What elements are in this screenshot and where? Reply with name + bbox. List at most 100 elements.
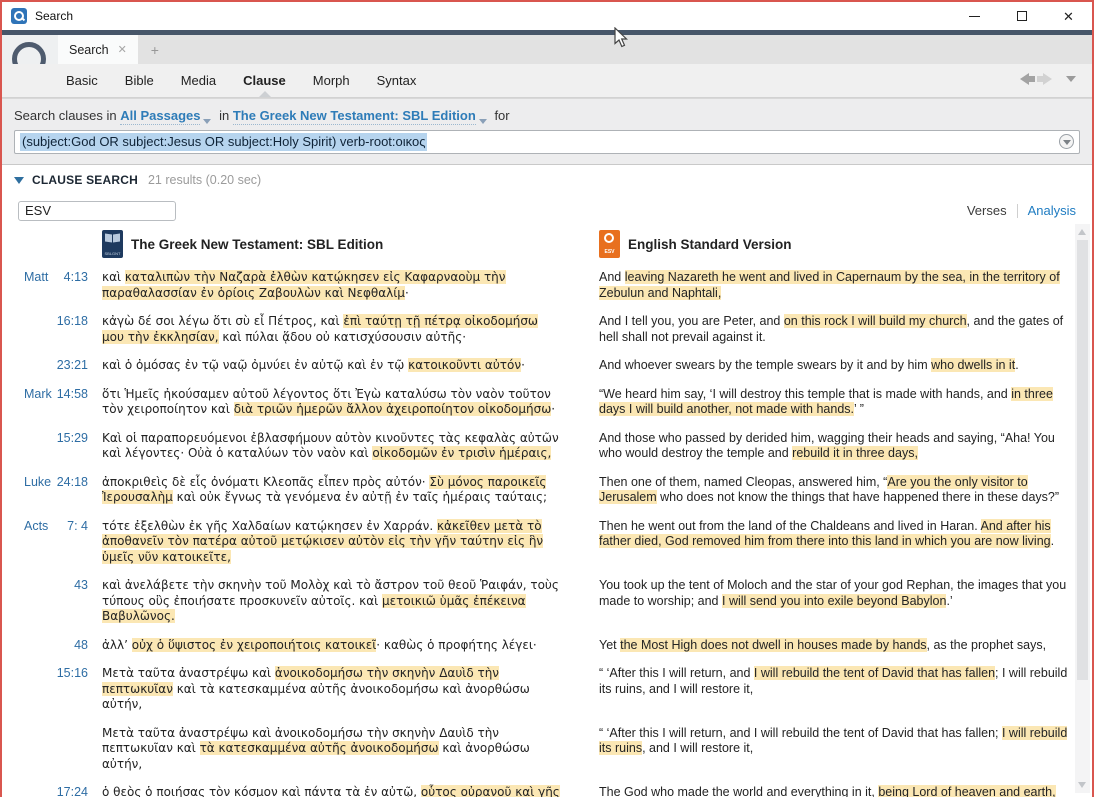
english-cell[interactable]: You took up the tent of Moloch and the s… [599,578,1092,625]
verse-book: Acts [24,518,49,533]
match-highlight: the Most High does not dwell in houses m… [620,637,927,652]
match-highlight: καταλιπὼν τὴν Ναζαρὰ ἐλθὼν κατῴκησεν εἰς… [102,270,506,300]
minimize-icon [969,15,980,17]
greek-cell[interactable]: τότε ἐξελθὼν ἐκ γῆς Χαλδαίων κατῴκησεν ἐ… [102,518,574,566]
greek-cell[interactable]: ἀποκριθεὶς δὲ εἷς ὀνόματι Κλεοπᾶς εἶπεν … [102,474,574,506]
english-cell[interactable]: “ ‘After this I will return, and I will … [599,725,1092,773]
english-cell[interactable]: And those who passed by derided him, wag… [599,431,1092,462]
section-title: CLAUSE SEARCH [32,173,138,187]
subtab-media[interactable]: Media [181,73,216,88]
greek-cell[interactable]: κἀγὼ δέ σοι λέγω ὅτι σὺ εἶ Πέτρος, καὶ ἐ… [102,314,574,345]
verse-ref[interactable]: 23:21 [24,358,88,374]
english-cell[interactable]: Then one of them, named Cleopas, answere… [599,474,1092,506]
verse-number: 24:18 [56,474,88,489]
display-version-value: ESV [25,203,52,218]
results-header: CLAUSE SEARCH 21 results (0.20 sec) [2,164,1092,195]
match-highlight: rebuild it in three days, [792,446,918,460]
verse-ref[interactable]: Matt 4:13 [24,270,88,301]
greek-cell[interactable]: Μετὰ ταῦτα ἀναστρέψω καὶ ἀνοικοδομήσω τὴ… [102,726,574,773]
clause-query-input[interactable]: (subject:God OR subject:Jesus OR subject… [14,130,1080,154]
greek-cell[interactable]: ὅτι Ἡμεῖς ἠκούσαμεν αὐτοῦ λέγοντος ὅτι Ἐ… [102,387,574,418]
english-cell[interactable]: And leaving Nazareth he went and lived i… [599,270,1092,301]
match-highlight: οἰκοδομῶν ἐν τρισὶν ἡμέραις, [372,446,552,460]
greek-cell[interactable]: Καὶ οἱ παραπορευόμενοι ἐβλασφήμουν αὐτὸν… [102,431,574,462]
result-row: 15:16 Μετὰ ταῦτα ἀναστρέψω καὶ ἀνοικοδομή… [2,666,1092,713]
english-column-title: English Standard Version [628,236,792,252]
app-icon [11,8,27,24]
match-highlight: κατοικοῦντι αὐτόν [408,358,522,372]
verse-number: 43 [74,578,88,592]
view-verses-link[interactable]: Verses [967,203,1007,218]
esv-icon-label: ESV [604,249,615,255]
collapse-triangle-icon[interactable] [14,176,24,184]
tab-search[interactable]: Search ✕ [58,35,138,64]
view-divider [1016,203,1018,218]
greek-cell[interactable]: καὶ ὁ ὀμόσας ἐν τῷ ναῷ ὀμνύει ἐν αὐτῷ κα… [102,358,574,374]
english-cell[interactable]: And I tell you, you are Peter, and on th… [599,314,1092,345]
subtab-clause[interactable]: Clause [243,73,286,88]
display-version-input[interactable]: ESV [18,200,176,221]
scroll-down-icon[interactable] [1078,782,1086,788]
scrollbar-thumb[interactable] [1077,240,1088,680]
new-tab-button[interactable]: + [138,35,172,64]
search-go-button[interactable] [1059,134,1074,149]
query-selected-text: (subject:God OR subject:Jesus OR subject… [20,133,428,151]
match-highlight: leaving Nazareth he went and lived in Ca… [599,270,1060,300]
greek-cell[interactable]: ὁ θεὸς ὁ ποιήσας τὸν κόσμον καὶ πάντα τὰ… [102,785,574,797]
scroll-up-icon[interactable] [1078,229,1086,235]
scope-dropdown-icon[interactable] [203,119,212,124]
module-link[interactable]: The Greek New Testament: SBL Edition [232,108,476,125]
verse-ref[interactable]: 15:29 [24,431,88,462]
scope-link[interactable]: All Passages [120,108,201,125]
greek-cell[interactable]: καὶ καταλιπὼν τὴν Ναζαρὰ ἐλθὼν κατῴκησεν… [102,270,574,301]
greek-cell[interactable]: Μετὰ ταῦτα ἀναστρέψω καὶ ἀνοικοδομήσω τὴ… [102,666,574,713]
verse-ref[interactable]: 48 [24,638,88,654]
subtab-bible[interactable]: Bible [125,73,154,88]
english-column-header: ESV English Standard Version [599,230,792,258]
search-criteria-line: Search clauses in All Passages in The Gr… [14,108,1080,125]
english-cell[interactable]: And whoever swears by the temple swears … [599,358,1092,374]
verse-number: 15:29 [56,430,88,445]
subtab-basic[interactable]: Basic [66,73,98,88]
verse-ref[interactable]: 43 [24,578,88,625]
english-cell[interactable]: “ ‘After this I will return, and I will … [599,666,1092,713]
verse-ref[interactable]: 15:16 [24,666,88,713]
match-highlight: on this rock I will build my church [783,314,967,328]
greek-cell[interactable]: καὶ ἀνελάβετε τὴν σκηνὴν τοῦ Μολὸχ καὶ τ… [102,578,574,625]
maximize-button[interactable] [998,2,1045,30]
forward-arrow-icon[interactable] [1037,73,1052,85]
result-row: 43 καὶ ἀνελάβετε τὴν σκηνὴν τοῦ Μολὸχ καὶ… [2,578,1092,625]
back-arrow-icon[interactable] [1020,73,1035,85]
sblgnt-module-icon: SBLGNT [102,230,123,258]
verse-number: 17:24 [56,785,88,797]
verse-ref[interactable]: Mark 14:58 [24,387,88,418]
query-input-wrap: (subject:God OR subject:Jesus OR subject… [14,130,1080,154]
minimize-button[interactable] [951,2,998,30]
match-highlight: I will rebuild the tent of David that ha… [753,666,996,680]
search-type-tabs: Basic Bible Media Clause Morph Syntax [2,64,1092,98]
verse-ref[interactable]: 16:18 [24,314,88,345]
view-analysis-link[interactable]: Analysis [1028,203,1076,218]
history-dropdown-icon[interactable] [1066,76,1076,82]
english-cell[interactable]: “We heard him say, ‘I will destroy this … [599,386,1092,418]
match-highlight: διὰ τριῶν ἡμερῶν ἄλλον ἀχειροποίητον οἰκ… [233,402,552,416]
greek-cell[interactable]: ἀλλ’ οὐχ ὁ ὕψιστος ἐν χειροποιήτοις κατο… [102,637,574,654]
subtab-morph[interactable]: Morph [313,73,350,88]
verse-ref[interactable]: Luke 24:18 [24,475,88,506]
vertical-scrollbar[interactable] [1075,224,1090,793]
english-cell[interactable]: Then he went out from the land of the Ch… [599,518,1092,566]
english-cell[interactable]: Yet the Most High does not dwell in hous… [599,637,1092,654]
close-button[interactable]: ✕ [1045,2,1092,30]
search-window: { "window": { "title": "Search", "close_… [0,0,1094,797]
result-row: Acts 7: 4 τότε ἐξελθὼν ἐκ γῆς Χαλδαίων κατ… [2,518,1092,566]
subtab-syntax[interactable]: Syntax [377,73,417,88]
history-nav [1020,73,1076,85]
verse-ref[interactable]: 17:24 [24,785,88,797]
tab-close-icon[interactable]: ✕ [118,43,127,56]
verse-ref[interactable] [24,726,88,773]
match-highlight: I will send you into exile beyond Babylo… [722,593,947,608]
verse-ref[interactable]: Acts 7: 4 [24,519,88,566]
module-dropdown-icon[interactable] [478,119,487,124]
english-cell[interactable]: The God who made the world and everythin… [599,785,1092,797]
verse-book: Matt [24,270,49,284]
